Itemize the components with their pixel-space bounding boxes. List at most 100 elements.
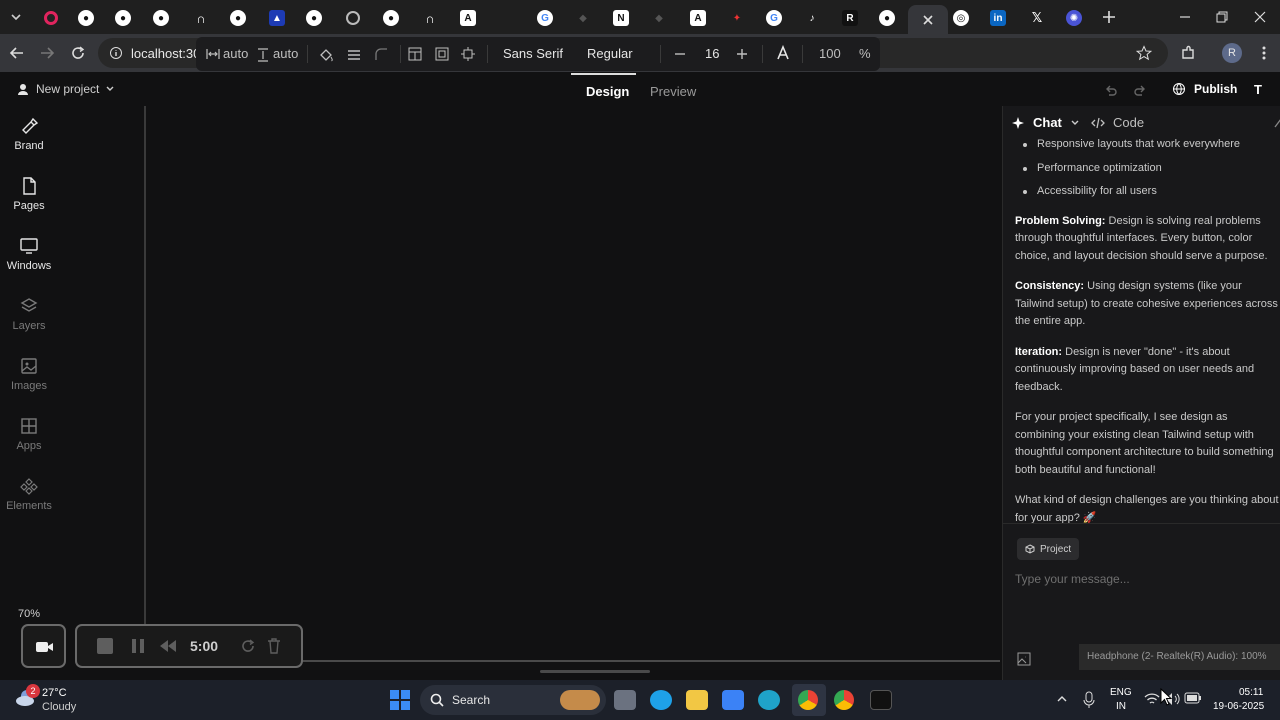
- canvas-scroll-handle[interactable]: [540, 670, 650, 673]
- terminal-icon[interactable]: [870, 690, 892, 710]
- browser-tab[interactable]: ✺: [1055, 5, 1093, 31]
- trash-icon[interactable]: [267, 637, 281, 655]
- tab-code[interactable]: Code: [1091, 115, 1144, 130]
- corner-radius-icon[interactable]: [374, 47, 388, 61]
- app-taskbar-icon[interactable]: [650, 690, 672, 710]
- browser-tab[interactable]: [487, 5, 525, 31]
- browser-tab[interactable]: ♪: [793, 5, 831, 31]
- design-canvas[interactable]: [144, 106, 1002, 662]
- chrome-active-taskbar-icon[interactable]: [792, 684, 826, 716]
- browser-tab[interactable]: ●: [219, 5, 257, 31]
- language-code[interactable]: ENG: [1110, 687, 1132, 698]
- wifi-icon[interactable]: [1144, 692, 1160, 706]
- extensions-icon[interactable]: [1180, 45, 1196, 61]
- reload-icon[interactable]: [70, 45, 86, 61]
- browser-tab[interactable]: ●: [67, 5, 105, 31]
- browser-tab[interactable]: ●: [142, 5, 180, 31]
- browser-tab[interactable]: ✦: [718, 5, 756, 31]
- browser-tab[interactable]: R: [831, 5, 869, 31]
- task-view-icon[interactable]: [614, 690, 636, 710]
- browser-tab[interactable]: [334, 5, 372, 31]
- sidebar-item-brand[interactable]: Brand: [0, 116, 58, 152]
- font-size-value[interactable]: 16: [705, 46, 719, 61]
- browser-tab[interactable]: N: [602, 5, 640, 31]
- tab-search-chevron-icon[interactable]: [8, 9, 24, 25]
- user-avatar[interactable]: T: [1254, 82, 1262, 97]
- browser-tab[interactable]: G: [755, 5, 793, 31]
- height-value[interactable]: auto: [273, 46, 298, 61]
- expand-panel-icon[interactable]: [1273, 117, 1280, 129]
- file-explorer-icon[interactable]: [686, 690, 708, 710]
- attach-image-icon[interactable]: [1017, 652, 1031, 666]
- chrome-icon[interactable]: [834, 690, 854, 710]
- undo-icon[interactable]: [1104, 83, 1118, 97]
- bookmark-star-icon[interactable]: [1136, 45, 1152, 61]
- sidebar-item-windows[interactable]: Windows: [0, 236, 58, 272]
- edge-icon[interactable]: [758, 690, 780, 710]
- site-info-icon[interactable]: [109, 46, 123, 60]
- profile-avatar[interactable]: R: [1222, 43, 1242, 63]
- browser-tab[interactable]: G: [526, 5, 564, 31]
- windows-start-icon[interactable]: [390, 690, 410, 710]
- browser-tab[interactable]: [32, 5, 70, 31]
- project-context-chip[interactable]: Project: [1017, 538, 1080, 560]
- tab-design[interactable]: Design: [586, 84, 629, 99]
- text-color-icon[interactable]: [776, 45, 790, 61]
- publish-button[interactable]: Publish: [1172, 82, 1237, 96]
- border-weight-icon[interactable]: [346, 47, 362, 63]
- browser-tab[interactable]: ◎: [942, 5, 980, 31]
- browser-tab[interactable]: in: [979, 5, 1017, 31]
- opacity-value[interactable]: 100: [819, 46, 841, 61]
- browser-tab[interactable]: ●: [868, 5, 906, 31]
- close-tab-icon[interactable]: [922, 14, 934, 26]
- restart-icon[interactable]: [240, 638, 256, 654]
- browser-tab[interactable]: ●: [295, 5, 333, 31]
- browser-tab[interactable]: ◆: [564, 5, 602, 31]
- store-icon[interactable]: [722, 690, 744, 710]
- sidebar-item-apps[interactable]: Apps: [0, 416, 58, 452]
- restore-window-icon[interactable]: [1215, 10, 1229, 24]
- camera-toggle-button[interactable]: [21, 624, 66, 668]
- browser-tab[interactable]: ●: [372, 5, 410, 31]
- browser-tab[interactable]: A: [679, 5, 717, 31]
- browser-tab[interactable]: ◆: [640, 5, 678, 31]
- width-value[interactable]: auto: [223, 46, 248, 61]
- weather-widget[interactable]: 2: [14, 684, 44, 714]
- redo-icon[interactable]: [1133, 83, 1147, 97]
- padding-icon[interactable]: [435, 47, 449, 61]
- layout-icon[interactable]: [408, 47, 422, 61]
- chat-input[interactable]: Type your message...: [1015, 572, 1130, 586]
- browser-tab[interactable]: ∩: [182, 5, 220, 31]
- browser-tab[interactable]: ●: [104, 5, 142, 31]
- taskbar-search-box[interactable]: Search: [420, 685, 606, 715]
- browser-tab[interactable]: 𝕏: [1018, 5, 1056, 31]
- font-family-select[interactable]: Sans Serif: [503, 46, 563, 61]
- font-size-decrease-icon[interactable]: [674, 48, 686, 60]
- fill-bucket-icon[interactable]: [318, 47, 334, 63]
- battery-icon[interactable]: [1184, 692, 1202, 704]
- browser-menu-icon[interactable]: [1256, 45, 1272, 61]
- project-menu-button[interactable]: New project: [16, 82, 115, 96]
- sidebar-item-layers[interactable]: Layers: [0, 296, 58, 332]
- font-weight-select[interactable]: Regular: [587, 46, 633, 61]
- font-size-increase-icon[interactable]: [736, 48, 748, 60]
- back-icon[interactable]: [9, 45, 25, 61]
- sidebar-item-pages[interactable]: Pages: [0, 176, 58, 212]
- tab-preview[interactable]: Preview: [650, 84, 696, 99]
- rewind-icon[interactable]: [159, 639, 177, 653]
- clock-time[interactable]: 05:11: [1239, 687, 1263, 698]
- sidebar-item-elements[interactable]: Elements: [0, 476, 58, 512]
- browser-tab[interactable]: ∩: [411, 5, 449, 31]
- close-window-icon[interactable]: [1253, 10, 1267, 24]
- sidebar-item-images[interactable]: Images: [0, 356, 58, 392]
- new-tab-icon[interactable]: [1101, 9, 1117, 25]
- margin-icon[interactable]: [461, 47, 475, 61]
- minimize-window-icon[interactable]: [1178, 10, 1192, 24]
- tab-chat[interactable]: Chat: [1011, 115, 1080, 130]
- pause-icon[interactable]: [131, 638, 145, 654]
- stop-button[interactable]: [97, 638, 113, 654]
- chevron-up-icon[interactable]: [1056, 694, 1068, 704]
- browser-tab[interactable]: A: [449, 5, 487, 31]
- microphone-icon[interactable]: [1083, 691, 1095, 709]
- forward-icon[interactable]: [39, 45, 55, 61]
